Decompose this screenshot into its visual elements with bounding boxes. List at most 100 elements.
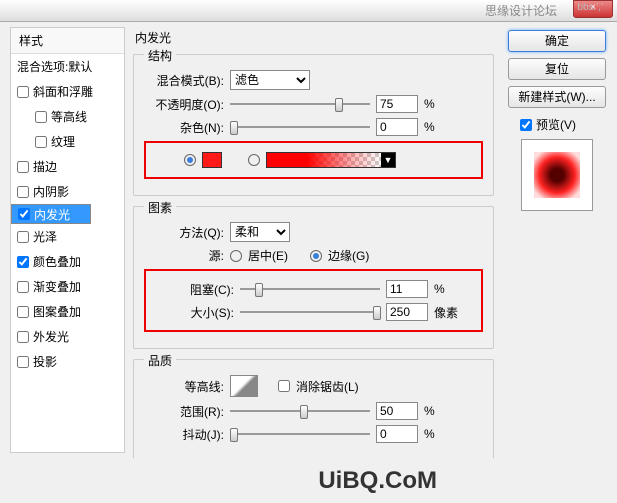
watermark: 思缘设计论坛 bbox=[485, 2, 557, 19]
cancel-button[interactable]: 复位 bbox=[508, 58, 606, 80]
style-checkbox[interactable] bbox=[18, 208, 30, 220]
style-checkbox[interactable] bbox=[17, 281, 29, 293]
style-item-0[interactable]: 斜面和浮雕 bbox=[11, 79, 124, 104]
noise-value[interactable]: 0 bbox=[376, 118, 418, 136]
style-label: 描边 bbox=[33, 158, 57, 175]
unit: % bbox=[424, 97, 454, 111]
style-checkbox[interactable] bbox=[35, 136, 47, 148]
preview-label: 预览(V) bbox=[536, 116, 576, 133]
styles-list: 样式 混合选项:默认 斜面和浮雕等高线纹理描边内阴影内发光光泽颜色叠加渐变叠加图… bbox=[10, 27, 125, 453]
contour-picker[interactable] bbox=[230, 375, 258, 397]
group-title: 图素 bbox=[144, 199, 176, 216]
size-label: 大小(S): bbox=[154, 304, 234, 321]
style-label: 纹理 bbox=[51, 133, 75, 150]
style-item-11[interactable]: 投影 bbox=[11, 349, 124, 374]
source-edge-label: 边缘(G) bbox=[328, 247, 369, 264]
noise-slider[interactable] bbox=[230, 118, 370, 136]
style-checkbox[interactable] bbox=[17, 306, 29, 318]
style-item-1[interactable]: 等高线 bbox=[11, 104, 124, 129]
range-label: 范围(R): bbox=[144, 403, 224, 420]
size-slider[interactable] bbox=[240, 303, 380, 321]
style-label: 投影 bbox=[33, 353, 57, 370]
style-label: 颜色叠加 bbox=[33, 253, 81, 270]
opacity-slider[interactable] bbox=[230, 95, 370, 113]
unit: 像素 bbox=[434, 304, 464, 321]
style-checkbox[interactable] bbox=[17, 331, 29, 343]
new-style-button[interactable]: 新建样式(W)... bbox=[508, 86, 606, 108]
style-label: 斜面和浮雕 bbox=[33, 83, 93, 100]
watermark: bbs.',' bbox=[578, 2, 604, 13]
size-value[interactable]: 250 bbox=[386, 303, 428, 321]
style-item-4[interactable]: 内阴影 bbox=[11, 179, 124, 204]
choke-slider[interactable] bbox=[240, 280, 380, 298]
range-value[interactable]: 50 bbox=[376, 402, 418, 420]
method-select[interactable]: 柔和 bbox=[230, 222, 290, 242]
settings-panel: 内发光 结构 混合模式(B): 滤色 不透明度(O): 75 % 杂色(N): … bbox=[125, 22, 502, 458]
dialog: 样式 混合选项:默认 斜面和浮雕等高线纹理描边内阴影内发光光泽颜色叠加渐变叠加图… bbox=[5, 22, 612, 458]
chevron-down-icon[interactable]: ▼ bbox=[381, 153, 395, 167]
unit: % bbox=[424, 404, 454, 418]
opacity-value[interactable]: 75 bbox=[376, 95, 418, 113]
style-checkbox[interactable] bbox=[17, 231, 29, 243]
group-elements: 图素 方法(Q): 柔和 源: 居中(E) 边缘(G) 阻塞(C): 11 % bbox=[133, 206, 494, 349]
right-panel: 确定 复位 新建样式(W)... 预览(V) bbox=[502, 22, 612, 458]
group-quality: 品质 等高线: 消除锯齿(L) 范围(R): 50 % 抖动(J): 0 % bbox=[133, 359, 494, 458]
panel-title: 内发光 bbox=[133, 27, 494, 50]
preview-checkbox[interactable] bbox=[520, 119, 532, 131]
jitter-slider[interactable] bbox=[230, 425, 370, 443]
source-label: 源: bbox=[144, 247, 224, 264]
color-radio[interactable] bbox=[184, 154, 196, 166]
color-swatch[interactable] bbox=[202, 152, 222, 168]
jitter-value[interactable]: 0 bbox=[376, 425, 418, 443]
highlight-box: 阻塞(C): 11 % 大小(S): 250 像素 bbox=[144, 269, 483, 332]
highlight-box: ▼ bbox=[144, 141, 483, 179]
style-label: 图案叠加 bbox=[33, 303, 81, 320]
style-item-5[interactable]: 内发光 bbox=[11, 204, 91, 224]
style-label: 内发光 bbox=[34, 206, 70, 223]
style-checkbox[interactable] bbox=[17, 356, 29, 368]
style-checkbox[interactable] bbox=[35, 111, 47, 123]
style-checkbox[interactable] bbox=[17, 161, 29, 173]
gradient-radio[interactable] bbox=[248, 154, 260, 166]
group-structure: 结构 混合模式(B): 滤色 不透明度(O): 75 % 杂色(N): 0 % bbox=[133, 54, 494, 196]
source-center-radio[interactable] bbox=[230, 250, 242, 262]
style-checkbox[interactable] bbox=[17, 256, 29, 268]
choke-value[interactable]: 11 bbox=[386, 280, 428, 298]
style-label: 内阴影 bbox=[33, 183, 69, 200]
style-item-2[interactable]: 纹理 bbox=[11, 129, 124, 154]
opacity-label: 不透明度(O): bbox=[144, 96, 224, 113]
source-edge-radio[interactable] bbox=[310, 250, 322, 262]
style-checkbox[interactable] bbox=[17, 86, 29, 98]
source-center-label: 居中(E) bbox=[248, 247, 288, 264]
unit: % bbox=[434, 282, 464, 296]
unit: % bbox=[424, 427, 454, 441]
blendmode-select[interactable]: 滤色 bbox=[230, 70, 310, 90]
contour-label: 等高线: bbox=[144, 378, 224, 395]
group-title: 结构 bbox=[144, 47, 176, 64]
ok-button[interactable]: 确定 bbox=[508, 30, 606, 52]
range-slider[interactable] bbox=[230, 402, 370, 420]
styles-header: 样式 bbox=[11, 28, 124, 54]
method-label: 方法(Q): bbox=[144, 224, 224, 241]
style-item-10[interactable]: 外发光 bbox=[11, 324, 124, 349]
blend-options[interactable]: 混合选项:默认 bbox=[11, 54, 124, 79]
style-item-8[interactable]: 渐变叠加 bbox=[11, 274, 124, 299]
style-label: 等高线 bbox=[51, 108, 87, 125]
blendmode-label: 混合模式(B): bbox=[144, 72, 224, 89]
gradient-picker[interactable]: ▼ bbox=[266, 152, 396, 168]
style-item-7[interactable]: 颜色叠加 bbox=[11, 249, 124, 274]
group-title: 品质 bbox=[144, 352, 176, 369]
antialias-label: 消除锯齿(L) bbox=[296, 378, 359, 395]
choke-label: 阻塞(C): bbox=[154, 281, 234, 298]
unit: % bbox=[424, 120, 454, 134]
noise-label: 杂色(N): bbox=[144, 119, 224, 136]
style-item-6[interactable]: 光泽 bbox=[11, 224, 124, 249]
style-item-9[interactable]: 图案叠加 bbox=[11, 299, 124, 324]
jitter-label: 抖动(J): bbox=[144, 426, 224, 443]
style-checkbox[interactable] bbox=[17, 186, 29, 198]
antialias-checkbox[interactable] bbox=[278, 380, 290, 392]
style-label: 渐变叠加 bbox=[33, 278, 81, 295]
style-item-3[interactable]: 描边 bbox=[11, 154, 124, 179]
watermark: UiBQ.CoM bbox=[318, 467, 437, 495]
style-label: 光泽 bbox=[33, 228, 57, 245]
